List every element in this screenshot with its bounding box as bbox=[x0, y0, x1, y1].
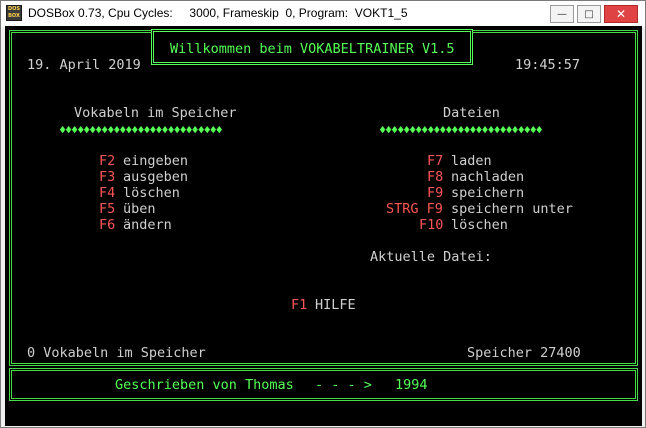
menu-item-speichern-unter[interactable]: speichern unter bbox=[451, 201, 573, 217]
key-f3[interactable]: F3 bbox=[99, 169, 115, 185]
dosbox-window: DOS BOX DOSBox 0.73, Cpu Cycles: 3000, F… bbox=[0, 0, 646, 428]
header-title-box: Willkommen beim VOKABELTRAINER V1.5 bbox=[151, 29, 473, 65]
window-title: DOSBox 0.73, Cpu Cycles: 3000, Frameskip… bbox=[28, 6, 408, 20]
status-vocab-count: 0 Vokabeln im Speicher bbox=[27, 345, 206, 361]
title-bar[interactable]: DOS BOX DOSBox 0.73, Cpu Cycles: 3000, F… bbox=[1, 1, 645, 27]
menu-item-speichern[interactable]: speichern bbox=[451, 185, 524, 201]
key-f10[interactable]: F10 bbox=[419, 217, 443, 233]
header-title: Willkommen beim VOKABELTRAINER V1.5 bbox=[170, 41, 455, 57]
footer-arrow: - - - > bbox=[315, 377, 372, 393]
key-strg-f9[interactable]: STRG F9 bbox=[386, 201, 443, 217]
key-f2[interactable]: F2 bbox=[99, 153, 115, 169]
key-f1[interactable]: F1 bbox=[291, 297, 307, 313]
key-f6[interactable]: F6 bbox=[99, 217, 115, 233]
menu-item-laden[interactable]: laden bbox=[451, 153, 492, 169]
menu-item-ueben[interactable]: üben bbox=[123, 201, 156, 217]
footer-author: Geschrieben von Thomas bbox=[115, 377, 294, 393]
dos-screen[interactable]: Willkommen beim VOKABELTRAINER V1.5 19. … bbox=[5, 26, 642, 426]
vocab-section-heading: Vokabeln im Speicher bbox=[74, 105, 237, 121]
footer-year: 1994 bbox=[395, 377, 428, 393]
menu-item-eingeben[interactable]: eingeben bbox=[123, 153, 188, 169]
menu-item-loeschen-vocab[interactable]: löschen bbox=[123, 185, 180, 201]
key-f7[interactable]: F7 bbox=[427, 153, 443, 169]
status-memory: Speicher 27400 bbox=[467, 345, 581, 361]
menu-item-aendern[interactable]: ändern bbox=[123, 217, 172, 233]
help-label[interactable]: HILFE bbox=[315, 297, 356, 313]
vocab-section-divider: ♦♦♦♦♦♦♦♦♦♦♦♦♦♦♦♦♦♦♦♦♦♦♦♦♦♦♦ bbox=[59, 123, 223, 137]
key-f5[interactable]: F5 bbox=[99, 201, 115, 217]
time-text: 19:45:57 bbox=[515, 57, 581, 73]
minimize-button[interactable]: — bbox=[550, 5, 574, 23]
current-file-label: Aktuelle Datei: bbox=[370, 249, 492, 265]
dosbox-app-icon[interactable]: DOS BOX bbox=[6, 5, 22, 21]
key-f9[interactable]: F9 bbox=[427, 185, 443, 201]
menu-item-ausgeben[interactable]: ausgeben bbox=[123, 169, 188, 185]
files-section-divider: ♦♦♦♦♦♦♦♦♦♦♦♦♦♦♦♦♦♦♦♦♦♦♦♦♦♦♦ bbox=[379, 123, 543, 137]
menu-item-loeschen-file[interactable]: löschen bbox=[451, 217, 508, 233]
files-section-heading: Dateien bbox=[443, 105, 500, 121]
key-f8[interactable]: F8 bbox=[427, 169, 443, 185]
menu-item-nachladen[interactable]: nachladen bbox=[451, 169, 524, 185]
key-f4[interactable]: F4 bbox=[99, 185, 115, 201]
close-button[interactable]: ✕ bbox=[604, 5, 638, 23]
maximize-button[interactable]: □ bbox=[577, 5, 601, 23]
date-text: 19. April 2019 bbox=[27, 57, 141, 73]
